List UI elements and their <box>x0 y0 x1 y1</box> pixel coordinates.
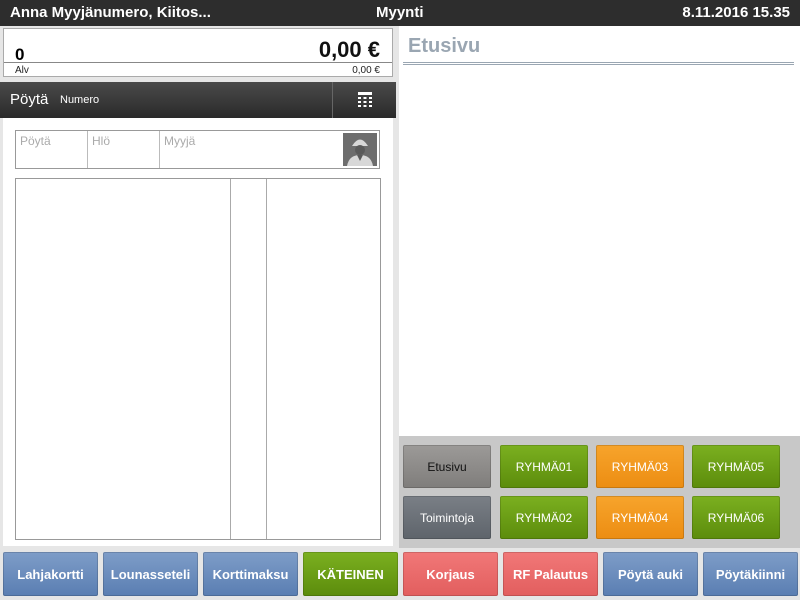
group-01-button[interactable]: RYHMÄ01 <box>500 445 588 488</box>
product-page-panel: Etusivu <box>399 26 800 436</box>
person-icon <box>347 139 373 166</box>
group-button-area: Etusivu RYHMÄ01 RYHMÄ03 RYHMÄ05 Toiminto… <box>399 436 800 548</box>
seller-avatar[interactable] <box>343 133 377 166</box>
group-06-button[interactable]: RYHMÄ06 <box>692 496 780 539</box>
table-field[interactable]: Pöytä <box>16 131 88 168</box>
seller-field[interactable]: Myyjä <box>160 131 340 168</box>
group-toimintoja-button[interactable]: Toimintoja <box>403 496 491 539</box>
order-lines-list[interactable] <box>15 178 381 540</box>
gift-card-button[interactable]: Lahjakortti <box>3 552 98 596</box>
column-divider <box>266 179 267 539</box>
cash-payment-button[interactable]: KÄTEINEN <box>303 552 398 596</box>
title-rule <box>403 62 794 65</box>
table-close-button[interactable]: Pöytäkiinni <box>703 552 798 596</box>
group-03-button[interactable]: RYHMÄ03 <box>596 445 684 488</box>
keypad-icon <box>357 92 372 107</box>
user-name: Anna Myyjänumero, Kiitos... <box>10 4 211 21</box>
correction-button[interactable]: Korjaus <box>403 552 498 596</box>
alv-value: 0,00 € <box>352 65 380 76</box>
group-02-button[interactable]: RYHMÄ02 <box>500 496 588 539</box>
order-info-panel: Pöytä Hlö Myyjä <box>3 118 393 546</box>
total-amount: 0,00 € <box>318 37 380 62</box>
payment-actions-bar: Lahjakortti Lounasseteli Korttimaksu KÄT… <box>0 548 800 600</box>
table-bar: Pöytä Numero <box>0 82 396 118</box>
table-number-field[interactable]: Numero <box>60 94 99 106</box>
receipt-panel: 0 0,00 € Alv 0,00 € Pöytä Numero Pöytä H… <box>0 26 396 546</box>
table-label: Pöytä <box>10 91 49 108</box>
column-divider <box>230 179 231 539</box>
date-time: 8.11.2016 15.35 <box>682 4 790 21</box>
app-title: Myynti <box>376 4 424 21</box>
page-title: Etusivu <box>408 35 481 57</box>
status-bar: Anna Myyjänumero, Kiitos... Myynti 8.11.… <box>0 0 800 26</box>
group-05-button[interactable]: RYHMÄ05 <box>692 445 780 488</box>
divider <box>4 62 392 63</box>
rf-refund-button[interactable]: RF Palautus <box>503 552 598 596</box>
group-04-button[interactable]: RYHMÄ04 <box>596 496 684 539</box>
card-payment-button[interactable]: Korttimaksu <box>203 552 298 596</box>
persons-field[interactable]: Hlö <box>88 131 160 168</box>
total-display: 0 0,00 € Alv 0,00 € <box>3 28 393 77</box>
table-open-button[interactable]: Pöytä auki <box>603 552 698 596</box>
keypad-button[interactable] <box>332 82 396 118</box>
order-info-row: Pöytä Hlö Myyjä <box>15 130 380 169</box>
alv-label: Alv <box>15 65 29 76</box>
group-etusivu-button[interactable]: Etusivu <box>403 445 491 488</box>
lunch-voucher-button[interactable]: Lounasseteli <box>103 552 198 596</box>
